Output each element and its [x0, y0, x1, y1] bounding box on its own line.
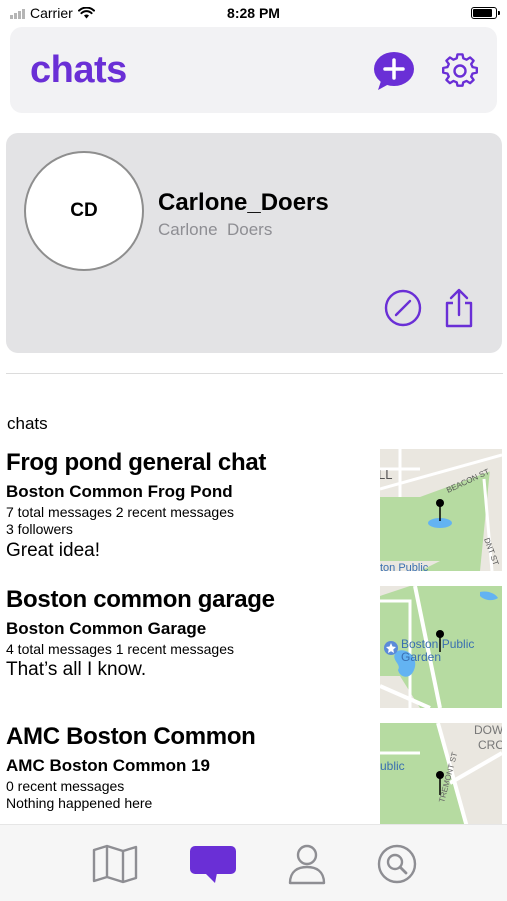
chat-status: Nothing happened here	[6, 795, 153, 811]
chat-bubble-icon	[190, 846, 236, 883]
page-title: chats	[30, 49, 127, 91]
divider	[6, 373, 503, 374]
section-label: chats	[7, 414, 48, 433]
map-label: ton Public	[380, 562, 429, 571]
chat-location: Boston Common Frog Pond	[6, 482, 233, 501]
map-label: CRO	[478, 738, 502, 752]
chat-message-counts: 0 recent messages	[6, 778, 125, 794]
map-label: DOW	[474, 723, 502, 737]
battery-icon	[471, 7, 500, 19]
map-thumbnail: LL BEACON ST DNT ST ton Public	[380, 449, 502, 571]
chat-location: Boston Common Garage	[6, 619, 207, 638]
header-card: chats	[10, 27, 497, 113]
status-bar: Carrier 8:28 PM	[0, 0, 507, 26]
share-icon	[445, 288, 473, 328]
avatar: CD	[24, 151, 144, 271]
person-icon	[288, 844, 326, 885]
chat-followers: 3 followers	[6, 521, 73, 537]
chat-title: Boston common garage	[6, 586, 275, 613]
profile-username: Carlone_Doers	[158, 189, 329, 216]
edit-profile-button[interactable]	[383, 288, 423, 328]
chat-last-message: That’s all I know.	[6, 659, 147, 680]
search-icon	[377, 844, 417, 884]
battery-fill	[473, 9, 492, 17]
gear-icon	[442, 53, 478, 87]
share-profile-button[interactable]	[439, 288, 479, 328]
avatar-initials: CD	[70, 200, 98, 221]
chat-location: AMC Boston Common 19	[6, 756, 210, 775]
chat-last-message: Great idea!	[6, 540, 100, 561]
tab-chats[interactable]	[188, 839, 238, 889]
settings-button[interactable]	[438, 49, 482, 93]
map-icon	[92, 844, 138, 884]
map-label: ublic	[380, 759, 405, 773]
chat-message-counts: 7 total messages 2 recent messages	[6, 504, 235, 520]
map-label: Boston Public	[401, 637, 474, 651]
chat-message-counts: 4 total messages 1 recent messages	[6, 641, 235, 657]
chat-title: Frog pond general chat	[6, 449, 267, 476]
tab-bar	[0, 824, 507, 901]
map-thumbnail: Boston Public Garden	[380, 586, 502, 708]
chat-title: AMC Boston Common	[6, 723, 256, 750]
map-label: LL	[380, 467, 392, 482]
profile-full-name: Carlone Doers	[158, 220, 273, 239]
tab-search[interactable]	[372, 839, 422, 889]
new-chat-button[interactable]	[372, 49, 416, 93]
pencil-circle-icon	[384, 289, 422, 327]
chat-list-item[interactable]: Boston common garage Boston Common Garag…	[0, 586, 507, 708]
chat-list-item[interactable]: Frog pond general chat Boston Common Fro…	[0, 449, 507, 571]
profile-card: CD Carlone_Doers Carlone Doers	[6, 133, 502, 353]
map-label: Garden	[401, 650, 441, 664]
plus-bubble-icon	[374, 52, 414, 90]
tab-map[interactable]	[90, 839, 140, 889]
status-time: 8:28 PM	[227, 5, 280, 21]
tab-profile[interactable]	[282, 839, 332, 889]
